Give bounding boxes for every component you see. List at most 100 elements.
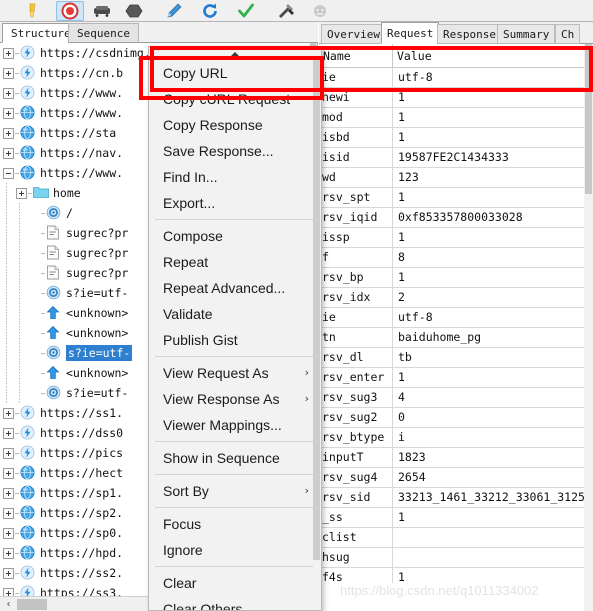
column-header-value[interactable]: Value	[392, 44, 584, 68]
table-row[interactable]: rsv_btype i	[319, 428, 584, 448]
menu-item-copy-curl-request[interactable]: Copy cURL Request	[149, 86, 321, 112]
table-row[interactable]: isid 19587FE2C1434333	[319, 148, 584, 168]
menu-item-focus[interactable]: Focus	[149, 511, 321, 537]
expand-node-icon[interactable]	[3, 527, 14, 539]
table-row[interactable]: mod 1	[319, 108, 584, 128]
expand-node-icon[interactable]	[3, 507, 14, 519]
context-menu[interactable]: Copy URL Copy cURL Request Copy Response Sa…	[148, 46, 322, 611]
menu-item-repeat[interactable]: Repeat	[149, 249, 321, 275]
table-row[interactable]: _ss 1	[319, 508, 584, 528]
detail-tab-overview[interactable]: Overview	[321, 24, 386, 44]
table-row[interactable]: rsv_sug4 2654	[319, 468, 584, 488]
table-row[interactable]: ie utf-8	[319, 68, 584, 88]
table-row[interactable]: rsv_spt 1	[319, 188, 584, 208]
table-row[interactable]: newi 1	[319, 88, 584, 108]
clear-broom-icon[interactable]	[22, 1, 50, 21]
table-row[interactable]: isbd 1	[319, 128, 584, 148]
table-row[interactable]: f4s 1	[319, 568, 584, 583]
table-row[interactable]: inputT 1823	[319, 448, 584, 468]
param-name-cell: isid	[322, 150, 350, 164]
menu-item-ignore[interactable]: Ignore	[149, 537, 321, 563]
table-row[interactable]: tn baiduhome_pg	[319, 328, 584, 348]
table-row[interactable]: rsv_enter 1	[319, 368, 584, 388]
menu-item-find-in[interactable]: Find In...	[149, 164, 321, 190]
globe-icon	[20, 465, 36, 481]
menu-item-view-response-as[interactable]: View Response As ›	[149, 386, 321, 412]
tree-node-label: s?ie=utf-	[66, 386, 129, 400]
throttle-icon[interactable]	[88, 1, 116, 21]
table-row[interactable]: rsv_sid 33213_1461_33212_33061_31254_	[319, 488, 584, 508]
menu-scroll-up-icon[interactable]	[149, 47, 321, 60]
table-row[interactable]: f8	[319, 248, 584, 268]
expand-node-icon[interactable]	[3, 587, 14, 596]
menu-item-copy-url[interactable]: Copy URL	[149, 60, 321, 86]
expand-node-icon[interactable]	[3, 107, 14, 119]
menu-item-validate[interactable]: Validate	[149, 301, 321, 327]
table-row[interactable]: rsv_sug2 0	[319, 408, 584, 428]
expand-node-icon[interactable]	[3, 47, 14, 59]
table-row[interactable]: issp 1	[319, 228, 584, 248]
validate-check-icon[interactable]	[232, 1, 260, 21]
menu-item-viewer-mappings[interactable]: Viewer Mappings...	[149, 412, 321, 438]
breakpoints-icon[interactable]	[120, 1, 148, 21]
tools-icon[interactable]	[272, 1, 300, 21]
table-row[interactable]: clist	[319, 528, 584, 548]
table-row[interactable]: rsv_idx 2	[319, 288, 584, 308]
menu-vscroll-thumb[interactable]	[313, 60, 320, 560]
detail-tab-ch[interactable]: Ch	[555, 24, 581, 44]
menu-item-clear-others[interactable]: Clear Others	[149, 596, 321, 610]
menu-item-repeat-advanced[interactable]: Repeat Advanced...	[149, 275, 321, 301]
compose-pen-icon[interactable]	[160, 1, 188, 21]
expand-node-icon[interactable]	[3, 427, 14, 439]
detail-tab-response[interactable]: Response	[437, 24, 502, 44]
table-row[interactable]: rsv_iqid 0xf853357800033028	[319, 208, 584, 228]
params-table-body[interactable]: ie utf-8 newi 1 mod 1 isbd 1 isid 19587FE2C143433…	[319, 68, 584, 583]
menu-vertical-scrollbar[interactable]	[313, 60, 320, 610]
detail-vscroll-thumb[interactable]	[585, 44, 592, 194]
expand-node-icon[interactable]	[3, 447, 14, 459]
menu-item-clear[interactable]: Clear	[149, 570, 321, 596]
tree-connector	[15, 492, 19, 494]
menu-item-compose[interactable]: Compose	[149, 223, 321, 249]
param-value-cell: 1	[392, 188, 584, 207]
bolt-icon	[20, 405, 36, 421]
expand-node-icon[interactable]	[16, 187, 27, 199]
repeat-refresh-icon[interactable]	[196, 1, 224, 21]
menu-item-publish-gist[interactable]: Publish Gist	[149, 327, 321, 353]
menu-item-sort-by[interactable]: Sort By ›	[149, 478, 321, 504]
column-header-name[interactable]: Name	[319, 44, 392, 68]
param-value-cell	[392, 548, 584, 567]
expand-node-icon[interactable]	[3, 127, 14, 139]
left-tab-sequence[interactable]: Sequence	[68, 23, 139, 43]
table-row[interactable]: wd 123	[319, 168, 584, 188]
menu-item-show-in-sequence[interactable]: Show in Sequence	[149, 445, 321, 471]
menu-item-copy-response[interactable]: Copy Response	[149, 112, 321, 138]
tree-hscroll-thumb[interactable]	[17, 599, 47, 610]
expand-node-icon[interactable]	[3, 487, 14, 499]
expand-node-icon[interactable]	[3, 87, 14, 99]
detail-tab-summary[interactable]: Summary	[497, 24, 556, 44]
collapse-node-icon[interactable]	[3, 167, 14, 179]
tree-indent-guide	[13, 243, 26, 263]
table-row[interactable]: rsv_bp 1	[319, 268, 584, 288]
expand-node-icon[interactable]	[3, 407, 14, 419]
detail-vertical-scrollbar[interactable]	[584, 44, 593, 611]
expand-node-icon[interactable]	[3, 67, 14, 79]
expand-node-icon[interactable]	[3, 467, 14, 479]
scroll-left-icon[interactable]: ‹	[2, 598, 15, 611]
param-value-cell: 1	[392, 108, 584, 127]
table-row[interactable]: rsv_sug3 4	[319, 388, 584, 408]
menu-item-view-request-as[interactable]: View Request As ›	[149, 360, 321, 386]
table-row[interactable]: hsug	[319, 548, 584, 568]
expand-node-icon[interactable]	[3, 547, 14, 559]
record-icon[interactable]	[56, 1, 84, 21]
detail-tab-request[interactable]: Request	[381, 22, 440, 44]
expand-node-icon[interactable]	[3, 147, 14, 159]
menu-item-save-response[interactable]: Save Response...	[149, 138, 321, 164]
table-row[interactable]: rsv_dl tb	[319, 348, 584, 368]
expand-node-icon[interactable]	[3, 567, 14, 579]
menu-item-export[interactable]: Export...	[149, 190, 321, 216]
tree-node-label: https://www.	[40, 86, 124, 100]
table-row[interactable]: ie utf-8	[319, 308, 584, 328]
globe-icon	[20, 545, 36, 561]
